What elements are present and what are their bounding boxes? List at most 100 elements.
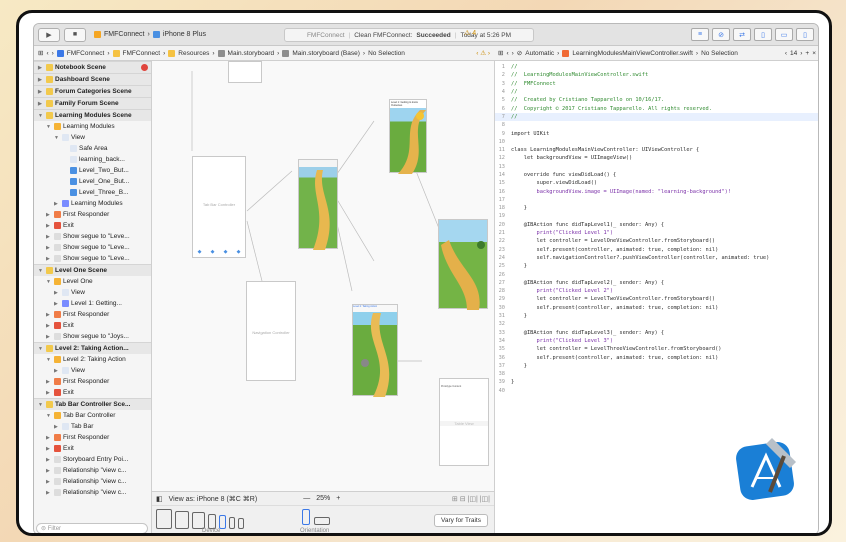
outline-scene-row[interactable]: ▼ Learning Modules Scene — [34, 109, 151, 121]
ipad-pro-12-icon[interactable] — [156, 509, 172, 529]
outline-item[interactable]: ▼ Tab Bar Controller — [34, 410, 151, 421]
disclosure-closed-icon[interactable]: ▶ — [46, 223, 52, 229]
disclosure-open-icon[interactable]: ▼ — [38, 113, 44, 119]
breadcrumb-resources[interactable]: Resources — [178, 50, 209, 57]
outline-item[interactable]: ▶ Storyboard Entry Poi... — [34, 454, 151, 465]
scheme-selector[interactable]: FMFConnect › iPhone 8 Plus — [94, 31, 206, 38]
grid-icon[interactable]: ⊞ — [38, 49, 43, 57]
code-editor[interactable]: 1 // 2 // LearningModulesMainViewController… — [494, 61, 818, 533]
zoom-out-button[interactable]: — — [303, 495, 310, 502]
zoom-in-button[interactable]: + — [336, 495, 340, 502]
outline-item[interactable]: ▶ First Responder — [34, 209, 151, 220]
navigation-controller-scene[interactable]: Navigation Controller — [246, 281, 296, 381]
editor-file-name[interactable]: LearningModulesMainViewController.swift — [572, 50, 693, 57]
prev-counter-icon[interactable]: ‹ — [785, 50, 787, 57]
outline-item[interactable]: ▶ View — [34, 287, 151, 298]
error-badge-icon[interactable] — [141, 64, 148, 71]
breadcrumb-project[interactable]: FMFConnect — [67, 50, 105, 57]
disclosure-open-icon[interactable]: ▼ — [38, 346, 44, 352]
outline-scene-row[interactable]: ▼ Level One Scene — [34, 264, 151, 276]
utilities-toggle-icon[interactable]: ▯ — [796, 28, 814, 41]
ipad-icon[interactable] — [192, 512, 205, 529]
disclosure-closed-icon[interactable]: ▶ — [38, 101, 44, 107]
outline-item[interactable]: ▶ First Responder — [34, 432, 151, 443]
grid-icon[interactable]: ⊞ — [498, 49, 503, 57]
ipad-pro-10-icon[interactable] — [175, 511, 189, 529]
forward-arrow-icon[interactable]: › — [512, 50, 514, 57]
standard-editor-icon[interactable]: ≡ — [691, 28, 709, 41]
breadcrumb-selection[interactable]: No Selection — [368, 50, 405, 57]
disclosure-closed-icon[interactable]: ▶ — [54, 368, 60, 374]
level-one-scene[interactable]: Level 1: Getting to know Ourselves — [389, 99, 427, 174]
version-editor-icon[interactable]: ⇄ — [733, 28, 751, 41]
disclosure-closed-icon[interactable]: ▶ — [46, 390, 52, 396]
outline-item[interactable]: ▶ Exit — [34, 220, 151, 231]
outline-item[interactable]: Level_One_But... — [34, 176, 151, 187]
outline-scene-row[interactable]: ▶ Family Forum Scene — [34, 97, 151, 109]
outline-item[interactable]: ▶ Exit — [34, 443, 151, 454]
outline-item[interactable]: Level_Three_B... — [34, 187, 151, 198]
outline-item[interactable]: learning_back... — [34, 154, 151, 165]
outline-item[interactable]: ▼ Level One — [34, 276, 151, 287]
outline-item[interactable]: ▶ Learning Modules — [34, 198, 151, 209]
disclosure-closed-icon[interactable]: ▶ — [46, 323, 52, 329]
outline-item[interactable]: Level_Two_But... — [34, 165, 151, 176]
outline-scene-row[interactable]: ▼ Level 2: Taking Action... — [34, 342, 151, 354]
outline-item[interactable]: ▶ Relationship "view c... — [34, 487, 151, 498]
run-button[interactable]: ▶ — [38, 27, 60, 42]
disclosure-closed-icon[interactable]: ▶ — [54, 424, 60, 430]
disclosure-closed-icon[interactable]: ▶ — [46, 334, 52, 340]
assistant-editor-icon[interactable]: ⊘ — [712, 28, 730, 41]
outline-item[interactable]: ▶ First Responder — [34, 309, 151, 320]
outline-scene-row[interactable]: ▶ Dashboard Scene — [34, 73, 151, 85]
level-three-scene[interactable] — [438, 219, 488, 310]
disclosure-closed-icon[interactable]: ▶ — [46, 256, 52, 262]
level-two-scene[interactable]: Level 2: Taking Action — [352, 304, 398, 397]
storyboard-canvas[interactable]: Tab Bar Controller ◆ ◆ ◆ ◆ Navigation Contr… — [152, 61, 494, 491]
debug-toggle-icon[interactable]: ▭ — [775, 28, 793, 41]
device-picker[interactable] — [156, 509, 244, 529]
vary-for-traits-button[interactable]: Vary for Traits — [434, 514, 488, 527]
outline-item[interactable]: ▼ Learning Modules — [34, 121, 151, 132]
disclosure-closed-icon[interactable]: ▶ — [46, 457, 52, 463]
iphone-plus-icon[interactable] — [208, 514, 216, 529]
tab-bar-controller-scene[interactable]: Tab Bar Controller ◆ ◆ ◆ ◆ — [192, 156, 246, 258]
disclosure-closed-icon[interactable]: ▶ — [46, 312, 52, 318]
disclosure-closed-icon[interactable]: ▶ — [46, 435, 52, 441]
automatic-label[interactable]: Automatic — [525, 50, 554, 57]
disclosure-closed-icon[interactable]: ▶ — [46, 234, 52, 240]
disclosure-open-icon[interactable]: ▼ — [46, 124, 52, 130]
disclosure-closed-icon[interactable]: ▶ — [38, 89, 44, 95]
disclosure-open-icon[interactable]: ▼ — [38, 402, 44, 408]
outline-item[interactable]: ▶ First Responder — [34, 376, 151, 387]
disclosure-closed-icon[interactable]: ▶ — [46, 490, 52, 496]
outline-item[interactable]: ▶ Show segue to "Leve... — [34, 231, 151, 242]
forward-arrow-icon[interactable]: › — [52, 50, 54, 57]
iphone-8-icon[interactable] — [219, 515, 226, 529]
outline-item[interactable]: ▶ Exit — [34, 320, 151, 331]
next-counter-icon[interactable]: › — [800, 50, 802, 57]
jump-warning-icon[interactable]: ‹ ⚠ › — [476, 49, 494, 57]
breadcrumb-storyboard-base[interactable]: Main.storyboard (Base) — [292, 50, 360, 57]
outline-item[interactable]: ▶ Show segue to "Joys... — [34, 331, 151, 342]
breadcrumb-storyboard[interactable]: Main.storyboard — [228, 50, 275, 57]
iphone-4s-icon[interactable] — [238, 518, 244, 529]
outline-scene-row[interactable]: ▶ Notebook Scene — [34, 61, 151, 73]
add-editor-icon[interactable]: + — [805, 50, 809, 57]
disclosure-closed-icon[interactable]: ▶ — [38, 77, 44, 83]
outline-scene-row[interactable]: ▶ Forum Categories Scene — [34, 85, 151, 97]
disclosure-closed-icon[interactable]: ▶ — [54, 201, 60, 207]
orientation-picker[interactable] — [302, 509, 330, 525]
outline-item[interactable]: ▶ Tab Bar — [34, 421, 151, 432]
outline-item[interactable]: Safe Area — [34, 143, 151, 154]
outline-item[interactable]: ▶ Show segue to "Leve... — [34, 253, 151, 264]
outline-item[interactable]: ▶ Relationship "view c... — [34, 476, 151, 487]
disclosure-open-icon[interactable]: ▼ — [54, 135, 60, 141]
disclosure-closed-icon[interactable]: ▶ — [54, 301, 60, 307]
landscape-icon[interactable] — [314, 517, 330, 525]
editor-selection[interactable]: No Selection — [701, 50, 738, 57]
disclosure-open-icon[interactable]: ▼ — [46, 279, 52, 285]
close-editor-icon[interactable]: × — [812, 50, 818, 57]
disclosure-closed-icon[interactable]: ▶ — [46, 245, 52, 251]
outline-item[interactable]: ▼ View — [34, 132, 151, 143]
